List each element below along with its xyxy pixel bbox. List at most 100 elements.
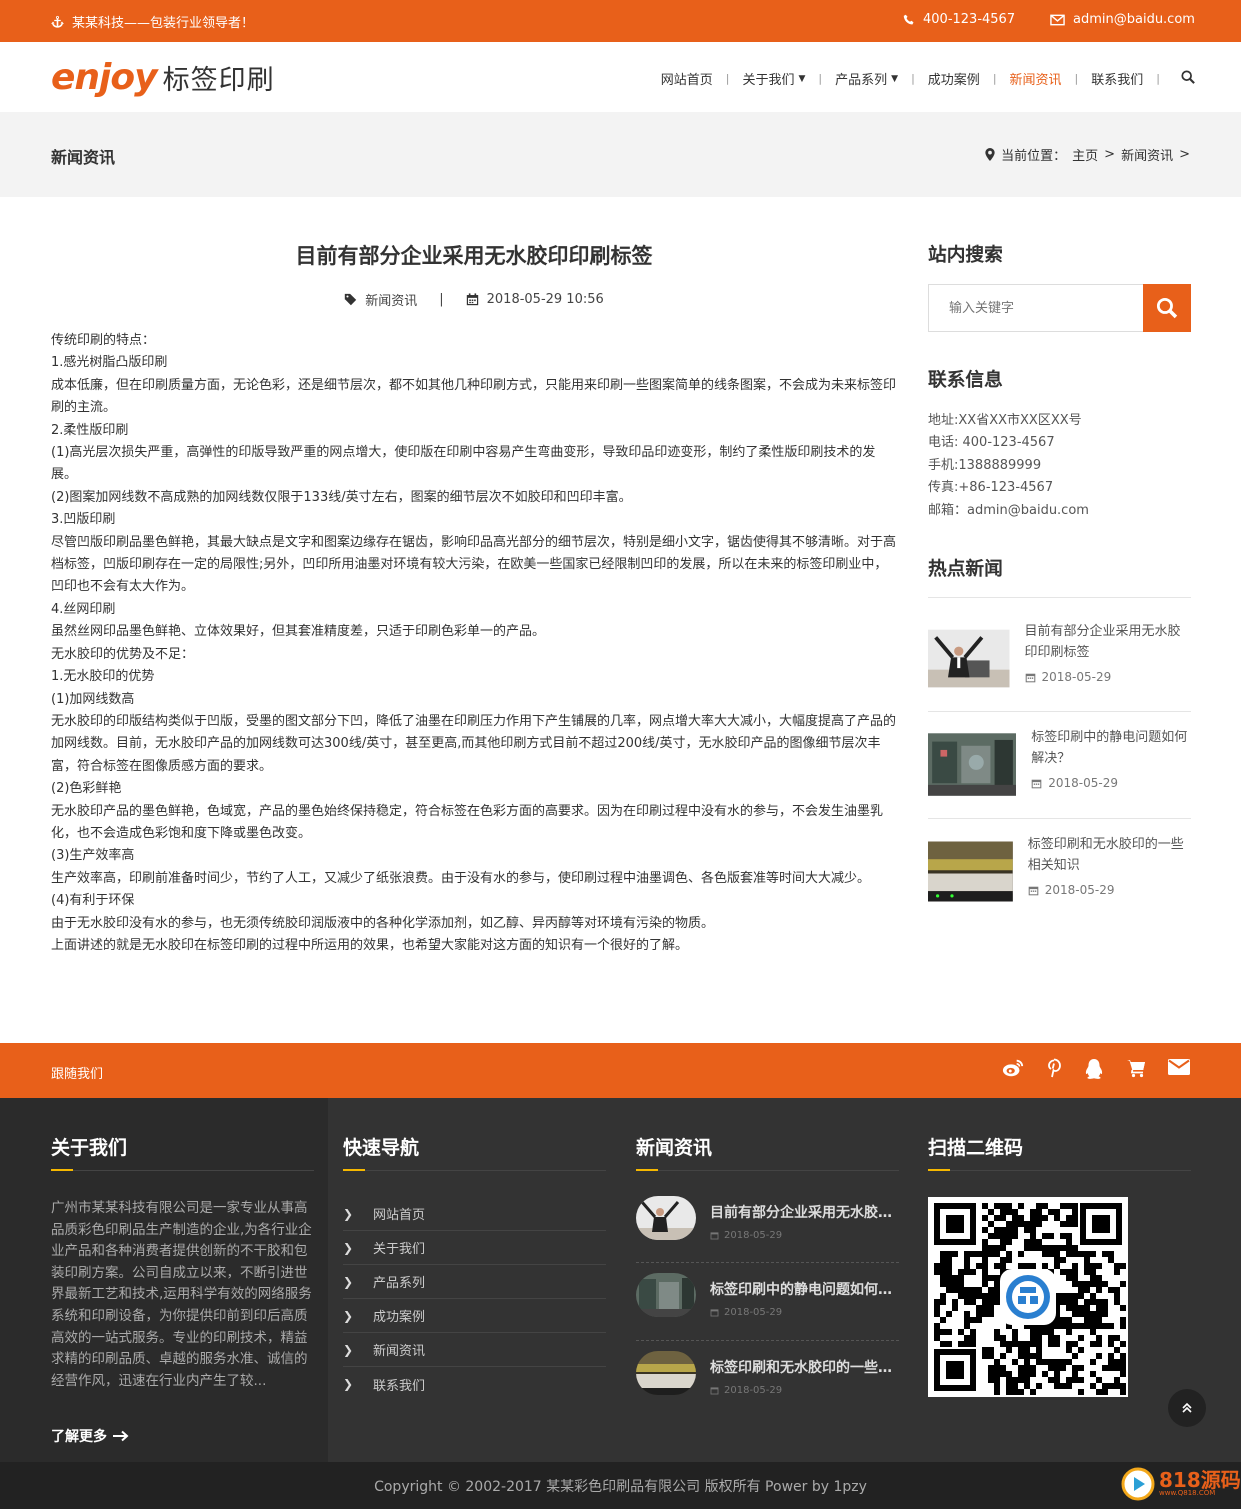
date-text: 2018-05-29	[724, 1307, 783, 1318]
nav-label: 关于我们	[742, 73, 795, 88]
date-text: 2018-05-29	[724, 1230, 783, 1241]
breadcrumb-label: 当前位置：	[1001, 149, 1067, 164]
envelope-icon	[1050, 14, 1065, 25]
divider	[51, 1170, 314, 1171]
site-logo[interactable]: enjoy 标签印刷	[51, 55, 275, 99]
calendar-icon	[1028, 886, 1039, 895]
article-meta: 新闻资讯 | 2018-05-29 10:56	[51, 290, 897, 309]
search-title: 站内搜索	[928, 245, 1003, 266]
arrow-right-icon	[113, 1430, 129, 1442]
caret-down-icon: ▼	[891, 73, 899, 84]
phone-number: 400-123-4567	[923, 12, 1016, 27]
watermark: 818源码 www.Q818.COM	[1121, 1467, 1241, 1501]
chevron-right-icon: ❯	[343, 1206, 354, 1221]
calendar-icon	[466, 293, 478, 306]
phone-contact: 400-123-4567	[903, 12, 1015, 27]
site-search	[928, 284, 1191, 332]
article-paragraph: 4.丝网印刷	[51, 601, 116, 617]
footer-qr: 扫描二维码	[928, 1133, 1191, 1171]
nav-item-about[interactable]: 关于我们 ▼	[742, 69, 805, 88]
email-contact[interactable]: admin@baidu.com	[1050, 12, 1195, 27]
news-thumbnail	[928, 629, 1010, 688]
footer-quick-nav: 快速导航	[343, 1133, 606, 1171]
article-category[interactable]: 新闻资讯	[365, 290, 417, 309]
nav-item-cases[interactable]: 成功案例	[928, 69, 980, 88]
search-button[interactable]	[1143, 284, 1191, 332]
article-paragraph: (2)色彩鲜艳	[51, 781, 122, 797]
nav-divider: |	[992, 72, 997, 85]
footer-news-title-text: 标签印刷中的静电问题如何解决？	[710, 1282, 899, 1298]
nav-label: 成功案例	[927, 73, 980, 88]
qr-code-image	[928, 1197, 1128, 1397]
article-datetime: 2018-05-29 10:56	[486, 292, 604, 307]
footer-nav-item[interactable]: ❯ 关于我们	[343, 1231, 606, 1265]
article-paragraph: (1)加网线数高	[51, 691, 135, 707]
nav-divider: |	[1156, 72, 1160, 85]
footer-nav-item[interactable]: ❯ 成功案例	[343, 1299, 606, 1333]
article-paragraph: 3.凹版印刷	[51, 512, 116, 528]
nav-item-home[interactable]: 网站首页	[661, 69, 713, 88]
footer-nav-item[interactable]: ❯ 新闻资讯	[343, 1333, 606, 1367]
breadcrumb-home[interactable]: 主页	[1072, 145, 1098, 164]
map-marker-icon	[985, 148, 995, 161]
article-paragraph: (1)高光层次损失严重，高弹性的印版导致严重的网点增大，使印版在印刷中容易产生弯…	[51, 445, 876, 483]
footer-nav-item[interactable]: ❯ 产品系列	[343, 1265, 606, 1299]
calendar-icon	[710, 1232, 719, 1240]
pinterest-icon[interactable]	[1046, 1058, 1062, 1078]
hot-news-title-text: 目前有部分企业采用无水胶印印刷标签	[1024, 624, 1181, 660]
article-paragraph: 1.无水胶印的优势	[51, 669, 155, 685]
nav-item-contact[interactable]: 联系我们	[1091, 69, 1143, 88]
footer-news-date: 2018-05-29	[710, 1230, 899, 1241]
back-to-top-button[interactable]	[1168, 1389, 1206, 1427]
calendar-icon	[1031, 779, 1042, 788]
chevron-right-icon: ❯	[343, 1342, 354, 1357]
news-thumbnail	[636, 1351, 696, 1395]
contact-phone: 电话: 400-123-4567	[928, 435, 1055, 451]
article-paragraph: 生产效率高，印刷前准备时间少，节约了人工，又减少了纸张浪费。由于没有水的参与，使…	[51, 870, 871, 886]
breadcrumb-news[interactable]: 新闻资讯	[1121, 145, 1173, 164]
article-paragraph: (3)生产效率高	[51, 848, 135, 864]
cart-icon[interactable]	[1126, 1058, 1146, 1078]
article-title: 目前有部分企业采用无水胶印印刷标签	[295, 244, 653, 268]
follow-bar: 跟随我们	[0, 1043, 1241, 1098]
search-icon[interactable]	[1181, 70, 1195, 84]
date-text: 2018-05-29	[724, 1385, 783, 1396]
footer-nav-item[interactable]: ❯ 网站首页	[343, 1197, 606, 1231]
footer-nav-item[interactable]: ❯ 联系我们	[343, 1367, 606, 1401]
play-logo-icon	[1121, 1467, 1155, 1501]
weibo-icon[interactable]	[1002, 1058, 1024, 1078]
contact-address: 地址:XX省XX市XX区XX号	[928, 413, 1082, 428]
calendar-icon	[710, 1309, 719, 1317]
news-thumbnail	[636, 1196, 696, 1240]
envelope-icon[interactable]	[1168, 1058, 1190, 1076]
nav-item-news[interactable]: 新闻资讯	[1010, 69, 1062, 88]
search-input[interactable]	[928, 284, 1143, 332]
phone-icon	[903, 14, 914, 24]
page-banner: 新闻资讯 当前位置： 主页 > 新闻资讯 >	[0, 112, 1241, 197]
hot-news-item[interactable]: 标签印刷和无水胶印的一些相关知识 2018-05-29	[928, 834, 1191, 941]
logo-cn: 标签印刷	[162, 64, 275, 96]
news-thumbnail	[636, 1273, 696, 1317]
title-underline	[51, 1169, 73, 1171]
anchor-icon	[51, 15, 64, 28]
nav-label: 联系我们	[1091, 73, 1144, 88]
nav-label: 网站首页	[660, 73, 713, 88]
footer-news-item[interactable]: 标签印刷中的静电问题如何解决？ 2018-05-29	[636, 1273, 899, 1350]
divider	[636, 1340, 899, 1341]
footer-news-title-text: 目前有部分企业采用无水胶印印刷标签	[710, 1205, 899, 1221]
chevron-right-icon: ❯	[343, 1240, 354, 1255]
top-bar: 某某科技——包装行业领导者！ 400-123-4567 admin@baidu.…	[0, 0, 1241, 42]
site-header: enjoy 标签印刷 网站首页 | 关于我们 ▼ | 产品系列 ▼ | 成功案例 |…	[0, 42, 1241, 112]
article-paragraph: 上面讲述的就是无水胶印在标签印刷的过程中所运用的效果，也希望大家能对这方面的知识…	[51, 937, 689, 953]
copyright-bar: Copyright © 2002-2017 某某彩色印刷品有限公司 版权所有 P…	[0, 1462, 1241, 1509]
logo-en: enjoy	[51, 56, 158, 98]
contact-info: 地址:XX省XX市XX区XX号 电话: 400-123-4567 手机:1388…	[928, 410, 1089, 522]
footer-news-item[interactable]: 标签印刷和无水胶印的一些相关知识 2018-05-29	[636, 1351, 899, 1428]
qq-icon[interactable]	[1084, 1058, 1104, 1080]
meta-divider: |	[439, 292, 444, 307]
article-paragraph: 虽然丝网印品墨色鲜艳、立体效果好，但其套准精度差，只适于印刷色彩单一的产品。	[51, 624, 546, 640]
footer-nav-label: 关于我们	[373, 1242, 426, 1257]
chevron-right-icon: ❯	[343, 1377, 354, 1391]
learn-more-link[interactable]: 了解更多	[51, 1426, 129, 1446]
nav-item-products[interactable]: 产品系列 ▼	[835, 69, 898, 88]
